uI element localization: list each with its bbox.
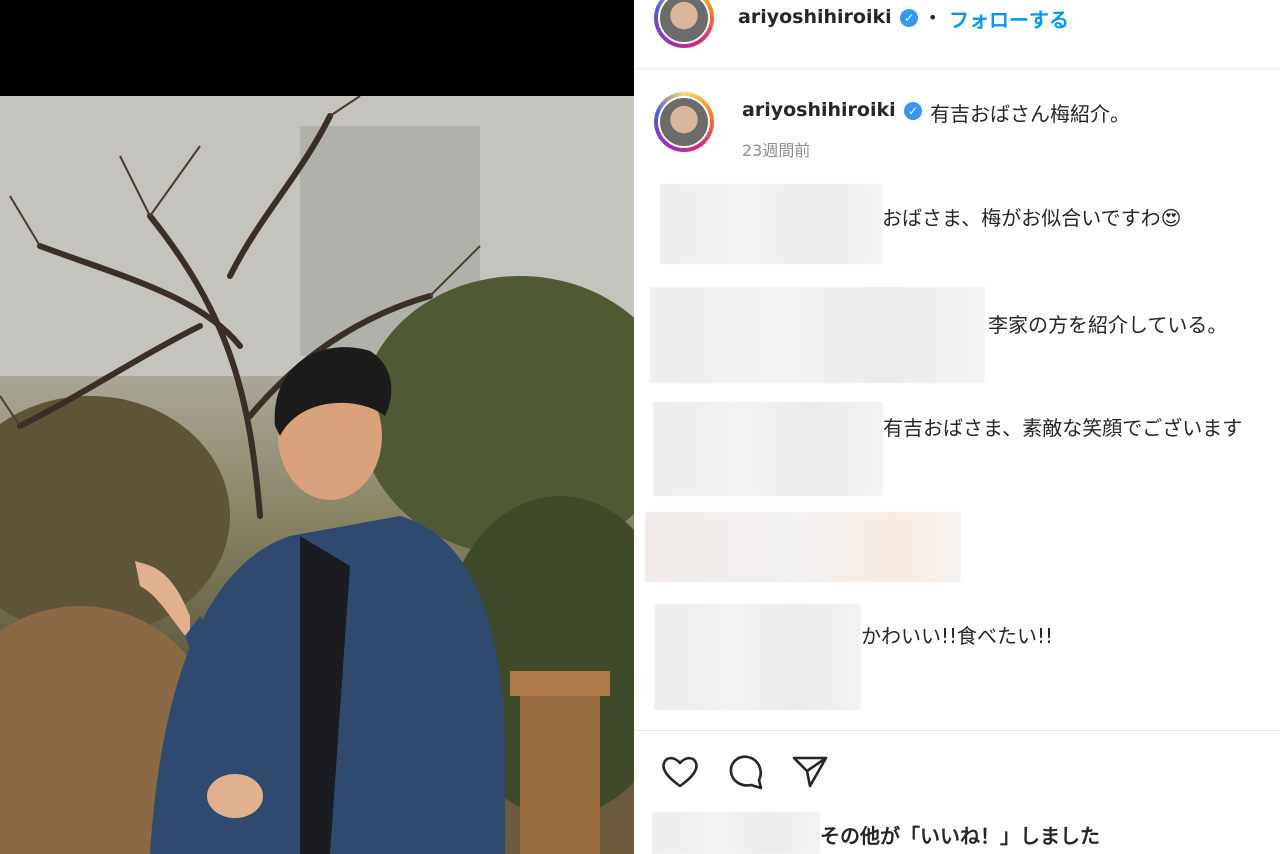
- comment-text: かわいい!!食べたい!!: [861, 624, 1054, 648]
- post-sidebar: ariyoshihiroiki ✓ • フォローする ariyoshihiroi…: [634, 0, 1280, 854]
- comment-blurred-author: [653, 402, 883, 496]
- photo-illustration: [0, 96, 634, 854]
- comment-blurred-author: [660, 184, 882, 264]
- comment-icon[interactable]: [726, 752, 766, 792]
- caption-username[interactable]: ariyoshihiroiki: [742, 99, 896, 121]
- comment-blurred-author: [645, 512, 961, 582]
- follow-button[interactable]: フォローする: [949, 4, 1069, 33]
- header-avatar[interactable]: [654, 0, 714, 48]
- comment-text: 有吉おばさま、素敵な笑顔でございます: [883, 416, 1243, 440]
- comment-text: 李家の方を紹介している。: [988, 313, 1228, 337]
- comment-text: おばさま、梅がお似合いですわ😍: [882, 206, 1182, 230]
- actions-divider: [634, 730, 1280, 731]
- post-photo[interactable]: [0, 96, 634, 854]
- header-username[interactable]: ariyoshihiroiki: [738, 6, 892, 28]
- share-icon[interactable]: [790, 752, 830, 792]
- likes-blurred-avatar: [652, 812, 820, 854]
- header-separator: •: [928, 8, 938, 27]
- caption-text: 有吉おばさん梅紹介。: [930, 102, 1130, 126]
- likes-text[interactable]: その他が「いいね！」しました: [820, 820, 1100, 849]
- verified-badge-icon: ✓: [900, 9, 918, 27]
- heart-icon[interactable]: [660, 752, 700, 792]
- caption-avatar[interactable]: [654, 92, 714, 152]
- caption-time[interactable]: 23週間前: [742, 137, 810, 161]
- caption-verified-badge-icon: ✓: [904, 102, 922, 120]
- comment-blurred-author: [654, 604, 861, 710]
- header-divider: [634, 68, 1280, 69]
- post-media-pane: [0, 0, 634, 854]
- comment-blurred-author: [650, 287, 985, 383]
